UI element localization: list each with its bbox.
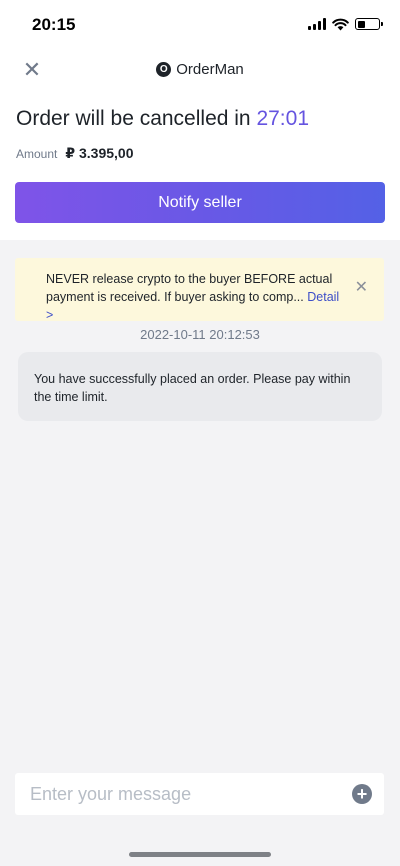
headline-text: Order will be cancelled in [16,107,251,130]
brand-name: OrderMan [176,61,244,78]
system-message-bubble: You have successfully placed an order. P… [18,352,382,421]
warning-close-icon[interactable]: ✕ [355,280,368,296]
cancel-countdown-title: Order will be cancelled in 27:01 [16,107,309,131]
system-message-text: You have successfully placed an order. P… [34,372,351,404]
plus-circle-icon[interactable]: + [352,784,372,804]
battery-icon [355,18,383,30]
order-amount: Amount ₽ 3.395,00 [16,145,134,162]
warning-text: NEVER release crypto to the buyer BEFORE… [46,272,333,304]
message-input[interactable] [15,773,345,815]
status-time: 20:15 [32,15,76,34]
status-icons [308,17,383,31]
battery-fill [357,20,365,28]
wifi-icon [332,18,349,30]
signal-icon [308,18,326,30]
countdown-timer: 27:01 [256,107,310,130]
message-composer: + [15,773,384,815]
warning-banner: NEVER release crypto to the buyer BEFORE… [15,258,384,322]
brand-logo-icon: O [156,62,172,77]
amount-label: Amount [16,147,58,161]
brand: O OrderMan [0,61,400,78]
chat-timestamp: 2022-10-11 20:12:53 [140,327,260,342]
notify-seller-button[interactable]: Notify seller [15,182,385,223]
amount-value: ₽ 3.395,00 [65,145,134,161]
home-indicator[interactable] [129,852,271,857]
